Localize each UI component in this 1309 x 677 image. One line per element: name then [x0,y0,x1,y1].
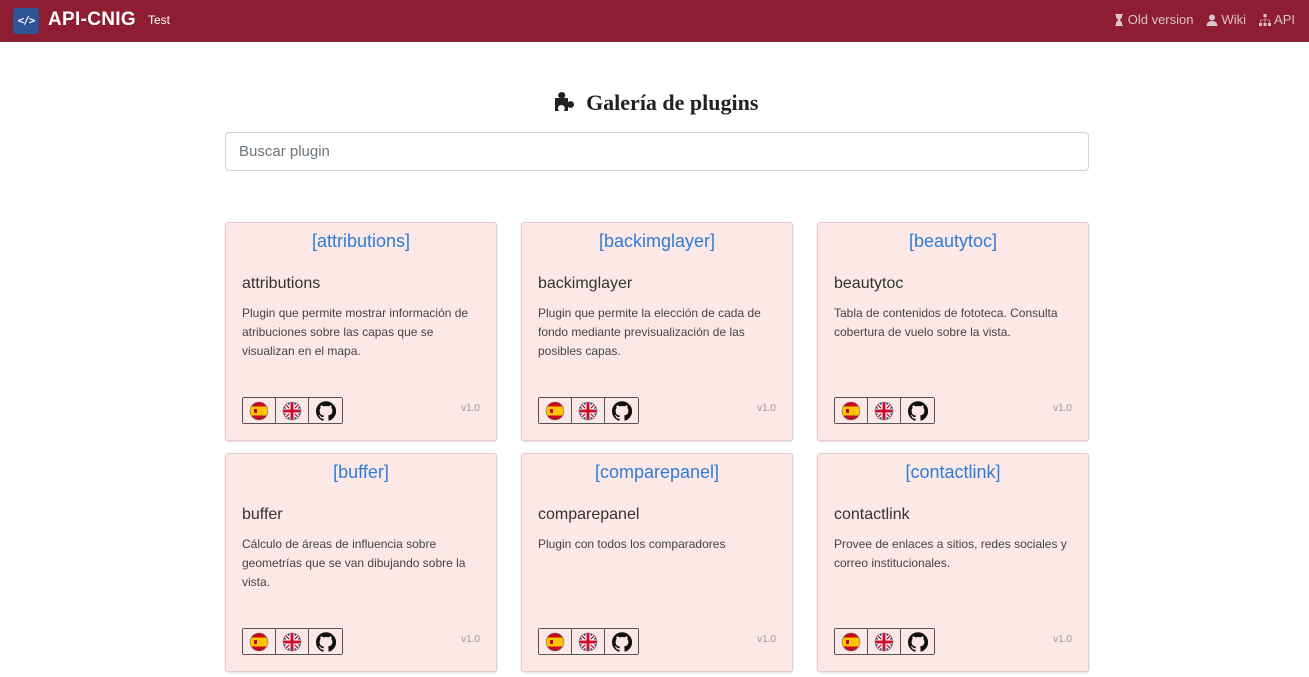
plugin-version: v1.0 [1053,403,1072,414]
uk-flag-icon [874,632,894,651]
page-title: Galería de plugins [0,90,1309,116]
spain-flag-icon [841,401,861,420]
plugin-description: Plugin que permite la elección de cada d… [538,306,761,358]
hourglass-icon [1114,13,1123,26]
plugin-card: [attributions] attributions Plugin que p… [225,222,497,441]
github-icon [907,631,928,652]
english-docs-button[interactable] [572,398,605,423]
plugin-link[interactable]: [backimglayer] [522,231,792,252]
nav-link-old-version[interactable]: Old version [1113,12,1194,27]
plugin-description: Cálculo de áreas de influencia sobre geo… [242,537,466,589]
github-button[interactable] [605,398,638,423]
plugin-button-group [242,628,343,655]
uk-flag-icon [282,632,302,651]
puzzle-piece-icon [554,92,574,111]
plugin-link[interactable]: [buffer] [226,462,496,483]
github-icon [611,400,632,421]
github-button[interactable] [605,629,638,654]
nav-link-wiki[interactable]: Wiki [1206,12,1246,27]
spanish-docs-button[interactable] [539,629,572,654]
github-button[interactable] [309,629,342,654]
plugin-card: [contactlink] contactlink Provee de enla… [817,453,1089,672]
nav-link-api[interactable]: API [1259,12,1295,27]
plugin-card: [beautytoc] beautytoc Tabla de contenido… [817,222,1089,441]
plugin-name: comparepanel [538,506,640,523]
github-button[interactable] [309,398,342,423]
plugin-link[interactable]: [attributions] [226,231,496,252]
nav-link-label: Wiki [1221,12,1247,27]
github-icon [611,631,632,652]
plugin-name: beautytoc [834,275,904,292]
spanish-docs-button[interactable] [835,398,868,423]
english-docs-button[interactable] [868,629,901,654]
top-navbar: </> API-CNIG Test Old version Wiki API [0,0,1309,42]
plugin-description: Plugin que permite mostrar información d… [242,306,469,358]
spain-flag-icon [249,401,269,420]
plugin-name: backimglayer [538,275,633,292]
plugin-name: buffer [242,506,283,523]
nav-links: Old version Wiki API [1113,12,1295,27]
code-logo-icon[interactable]: </> [13,8,39,34]
spanish-docs-button[interactable] [243,629,276,654]
english-docs-button[interactable] [868,398,901,423]
plugin-version: v1.0 [1053,634,1072,645]
page-title-text: Galería de plugins [586,90,759,115]
english-docs-button[interactable] [276,398,309,423]
plugin-description: Provee de enlaces a sitios, redes social… [834,537,1067,570]
plugin-name: attributions [242,275,321,292]
english-docs-button[interactable] [276,629,309,654]
plugin-version: v1.0 [461,634,480,645]
user-icon [1206,14,1218,26]
uk-flag-icon [578,632,598,651]
plugin-version: v1.0 [461,403,480,414]
plugin-button-group [834,397,935,424]
plugin-card: [buffer] buffer Cálculo de áreas de infl… [225,453,497,672]
brand-name[interactable]: API-CNIG [48,9,136,31]
plugin-description: Tabla de contenidos de fototeca. Consult… [834,306,1058,339]
nav-link-label: Old version [1127,12,1194,27]
english-docs-button[interactable] [572,629,605,654]
sitemap-icon [1259,13,1272,26]
plugin-button-group [834,628,935,655]
uk-flag-icon [874,401,894,420]
plugin-card: [comparepanel] comparepanel Plugin con t… [521,453,793,672]
plugin-description: Plugin con todos los comparadores [538,537,726,551]
spain-flag-icon [841,632,861,651]
plugin-link[interactable]: [contactlink] [818,462,1088,483]
github-button[interactable] [901,629,934,654]
plugin-search-input[interactable] [225,132,1089,171]
spain-flag-icon [545,632,565,651]
spanish-docs-button[interactable] [539,398,572,423]
spanish-docs-button[interactable] [835,629,868,654]
plugin-button-group [242,397,343,424]
plugin-version: v1.0 [757,403,776,414]
uk-flag-icon [578,401,598,420]
plugin-link[interactable]: [beautytoc] [818,231,1088,252]
plugin-button-group [538,628,639,655]
plugin-name: contactlink [834,506,910,523]
plugin-link[interactable]: [comparepanel] [522,462,792,483]
github-icon [315,400,336,421]
plugin-version: v1.0 [757,634,776,645]
spain-flag-icon [249,632,269,651]
plugin-card: [backimglayer] backimglayer Plugin que p… [521,222,793,441]
plugin-button-group [538,397,639,424]
uk-flag-icon [282,401,302,420]
github-icon [315,631,336,652]
github-button[interactable] [901,398,934,423]
environment-label: Test [148,13,171,27]
github-icon [907,400,928,421]
spanish-docs-button[interactable] [243,398,276,423]
spain-flag-icon [545,401,565,420]
nav-link-label: API [1274,12,1295,27]
